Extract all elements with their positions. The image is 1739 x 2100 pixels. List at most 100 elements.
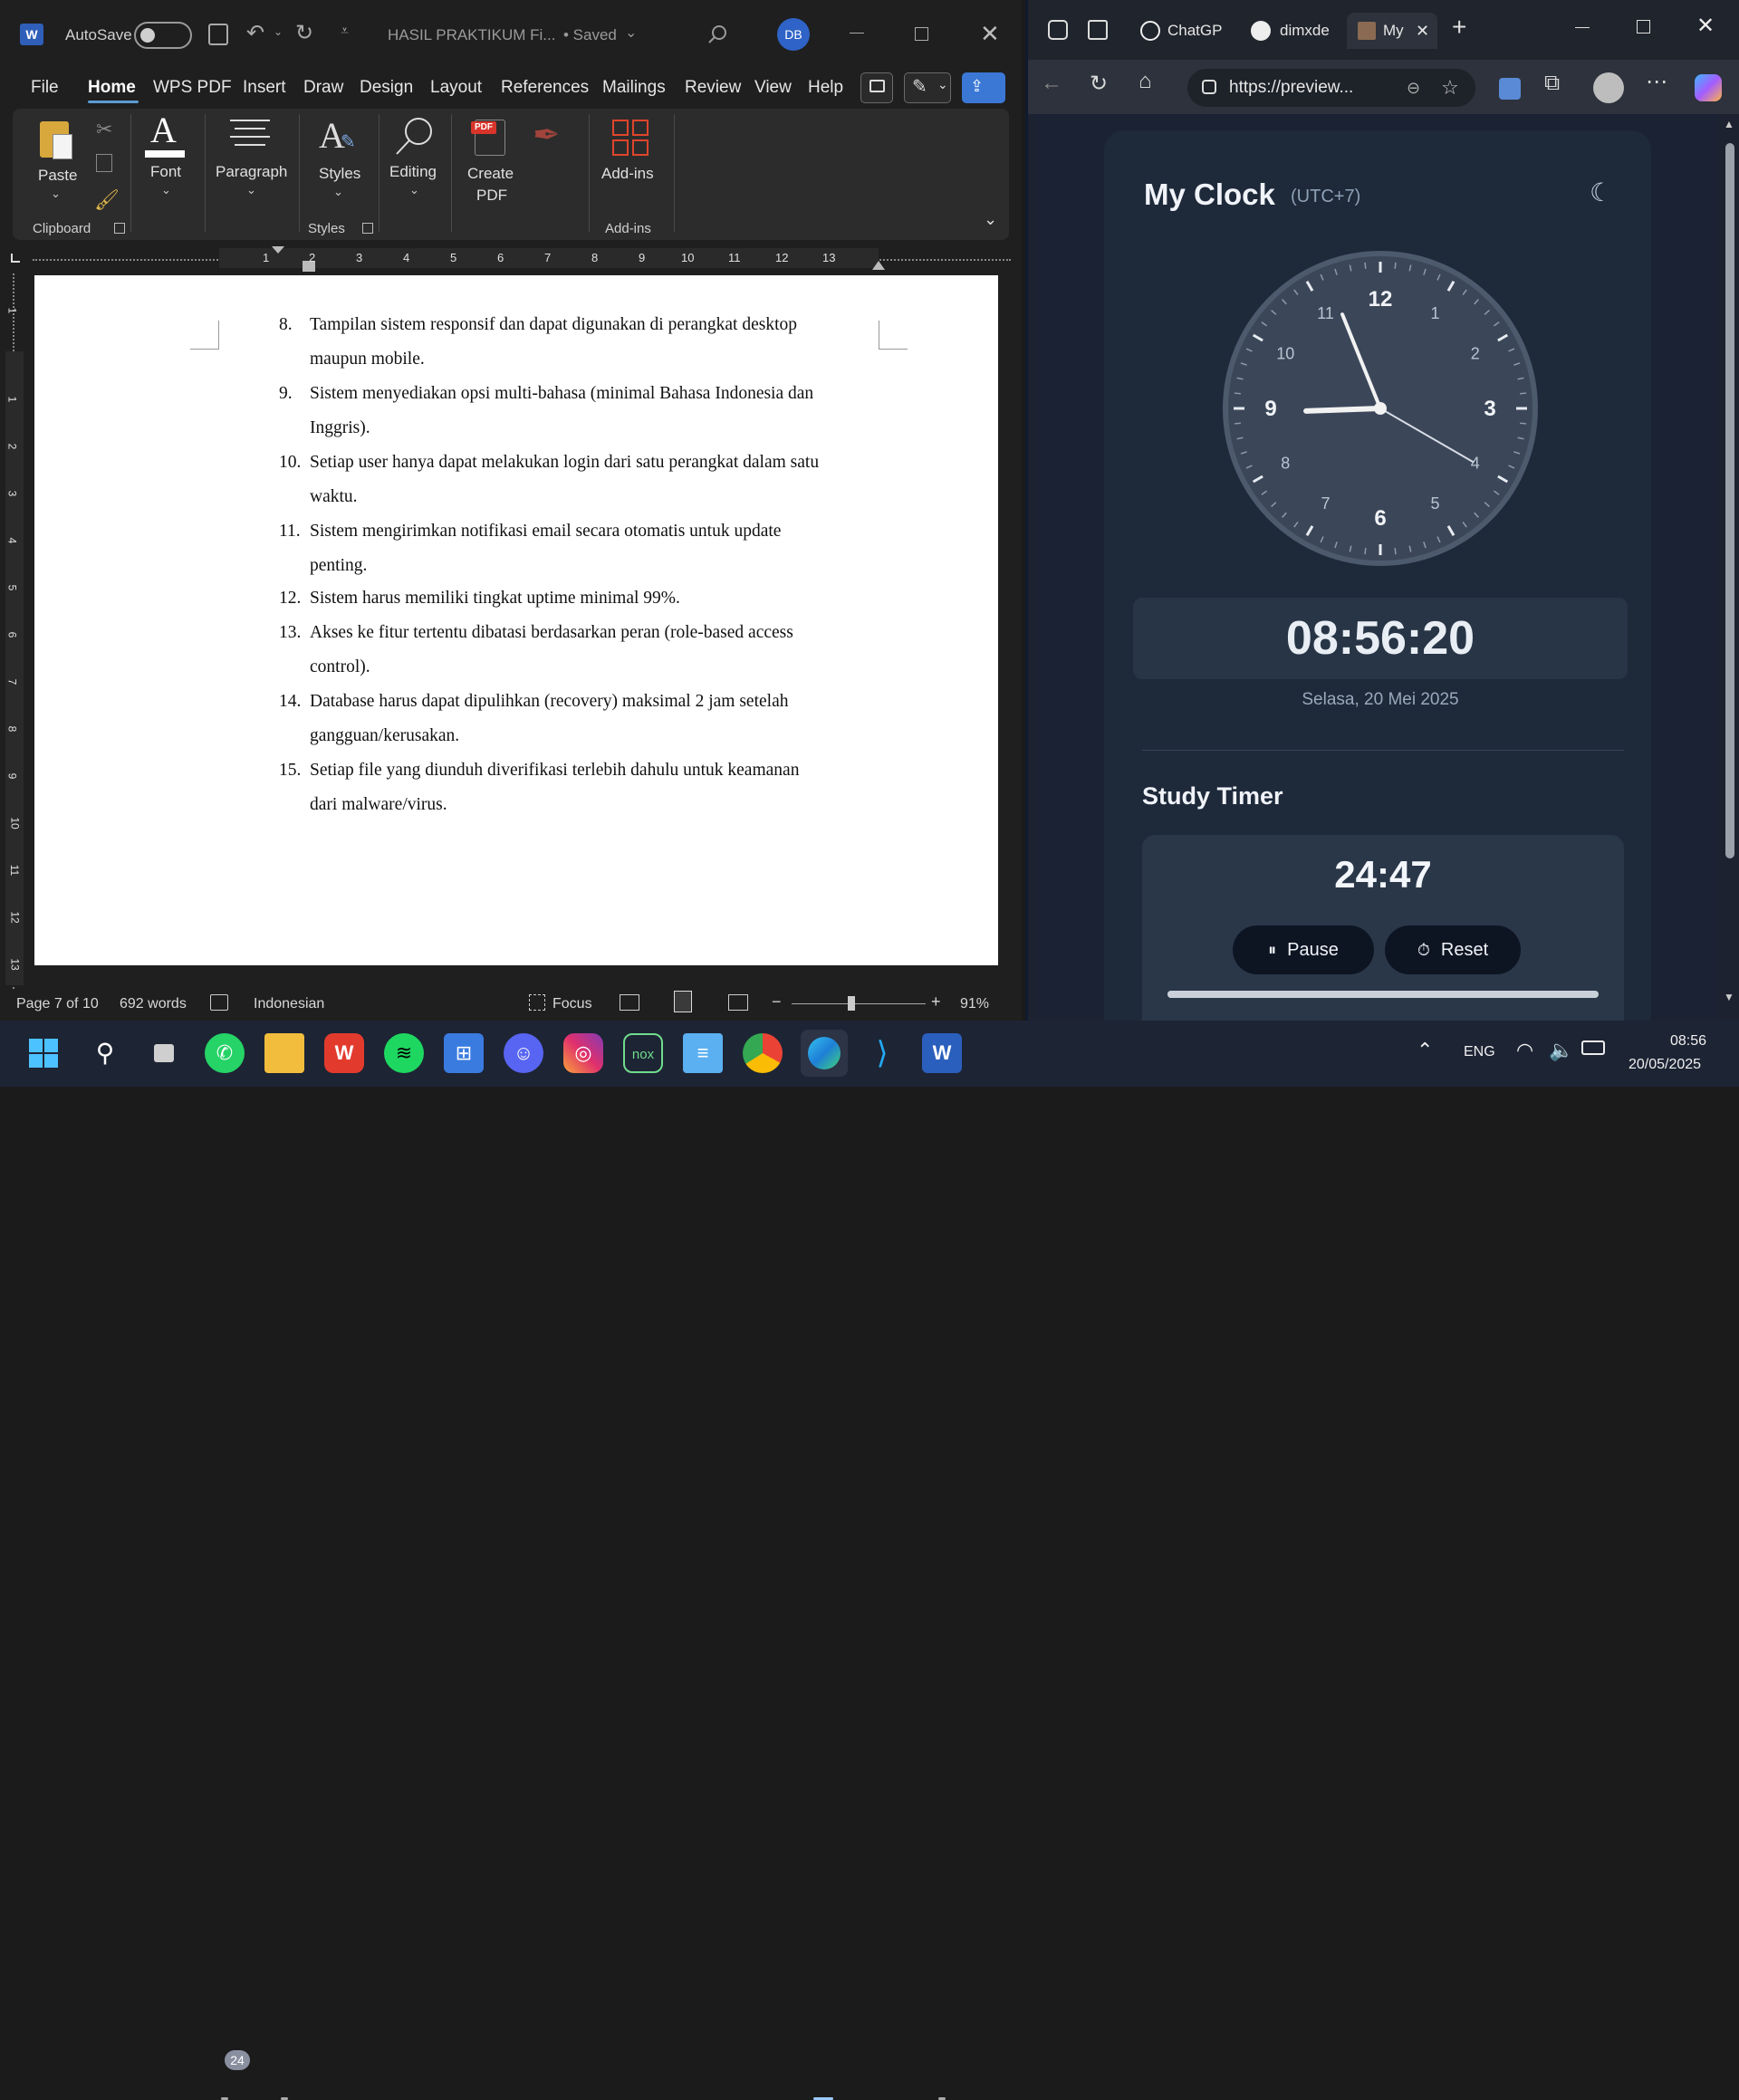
dark-mode-moon-icon[interactable]: ☾: [1590, 177, 1612, 207]
tab-github[interactable]: dimxde: [1251, 13, 1330, 49]
create-pdf-label-2[interactable]: PDF: [476, 187, 507, 205]
document-title[interactable]: HASIL PRAKTIKUM Fi...: [388, 26, 555, 44]
collapse-ribbon-icon[interactable]: ⌄: [984, 210, 997, 229]
first-line-indent-marker[interactable]: [272, 246, 284, 254]
more-menu-icon[interactable]: ⋯: [1646, 69, 1667, 95]
menu-layout[interactable]: Layout: [430, 78, 482, 98]
focus-icon[interactable]: [529, 994, 545, 1011]
customize-toolbar-icon[interactable]: ⩡: [341, 24, 349, 40]
addins-icon[interactable]: [612, 120, 649, 156]
create-pdf-label-1[interactable]: Create: [467, 165, 514, 183]
styles-launcher-icon[interactable]: [362, 223, 373, 234]
volume-icon[interactable]: 🔈: [1549, 1039, 1573, 1062]
instagram-icon[interactable]: ◎: [563, 1033, 603, 1073]
redo-icon[interactable]: ↻: [295, 20, 313, 46]
undo-dropdown-icon[interactable]: ⌄: [274, 25, 283, 38]
document-page[interactable]: 8. Tampilan sistem responsif dan dapat di…: [34, 275, 998, 965]
font-dropdown-icon[interactable]: ⌄: [161, 183, 171, 197]
share-button[interactable]: ⇪: [962, 72, 1005, 103]
pause-button[interactable]: ⏸ Pause: [1233, 925, 1374, 974]
home-icon[interactable]: ⌂: [1139, 69, 1152, 94]
menu-view[interactable]: View: [754, 78, 792, 98]
tab-chatgpt[interactable]: ChatGP: [1140, 13, 1222, 49]
show-hidden-icons[interactable]: ⌃: [1417, 1039, 1433, 1062]
editing-mode-button[interactable]: ✎ ⌄: [904, 72, 951, 103]
profile-avatar[interactable]: [1593, 72, 1624, 103]
wifi-icon[interactable]: ◠: [1516, 1039, 1533, 1062]
search-icon[interactable]: [706, 24, 728, 45]
comments-button[interactable]: [860, 72, 893, 103]
paragraph-dropdown-icon[interactable]: ⌄: [246, 183, 256, 197]
notepad-icon[interactable]: ≡: [683, 1033, 723, 1073]
menu-help[interactable]: Help: [808, 78, 843, 98]
chrome-icon[interactable]: [743, 1033, 783, 1073]
zoom-icon[interactable]: ⊖: [1407, 69, 1420, 107]
menu-home[interactable]: Home: [88, 78, 136, 98]
page-scrollbar[interactable]: ▲ ▼: [1718, 114, 1739, 1017]
word-count[interactable]: 692 words: [120, 996, 187, 1012]
language-indicator[interactable]: Indonesian: [254, 996, 324, 1012]
styles-dropdown-icon[interactable]: ⌄: [333, 185, 343, 199]
styles-label[interactable]: Styles: [319, 165, 360, 183]
web-layout-icon[interactable]: [728, 994, 748, 1011]
editing-dropdown-icon[interactable]: ⌄: [409, 183, 419, 197]
close-tab-icon[interactable]: ✕: [1416, 13, 1429, 49]
input-language[interactable]: ENG: [1464, 1044, 1495, 1060]
vscode-icon[interactable]: ⟩: [862, 1033, 902, 1073]
reset-button[interactable]: ⏱ Reset: [1385, 925, 1521, 974]
menu-draw[interactable]: Draw: [303, 78, 343, 98]
paragraph-label[interactable]: Paragraph: [216, 163, 287, 181]
start-windows-icon[interactable]: [24, 1033, 63, 1073]
zoom-slider-thumb[interactable]: [848, 996, 855, 1011]
nox-player-icon[interactable]: nox: [623, 1033, 663, 1073]
scrollbar-thumb[interactable]: [1725, 143, 1734, 858]
zoom-slider[interactable]: [792, 1003, 926, 1004]
save-icon[interactable]: [208, 24, 228, 45]
extensions-icon[interactable]: ⧉: [1544, 71, 1560, 96]
wps-office-icon[interactable]: W: [324, 1033, 364, 1073]
workspaces-icon[interactable]: [1048, 20, 1068, 40]
clipboard-launcher-icon[interactable]: [114, 223, 125, 234]
scroll-up-icon[interactable]: ▲: [1724, 118, 1734, 130]
print-layout-icon[interactable]: [674, 991, 692, 1012]
cut-icon[interactable]: ✂: [96, 118, 112, 141]
paste-label[interactable]: Paste: [38, 167, 77, 185]
spotify-icon[interactable]: ≋: [384, 1033, 424, 1073]
scroll-down-icon[interactable]: ▼: [1724, 991, 1734, 1003]
menu-insert[interactable]: Insert: [243, 78, 286, 98]
right-indent-marker[interactable]: [872, 261, 885, 270]
saved-dropdown-icon[interactable]: ⌄: [625, 24, 637, 42]
editing-label[interactable]: Editing: [389, 163, 437, 181]
clock-date[interactable]: 20/05/2025: [1629, 1057, 1701, 1073]
menu-mailings[interactable]: Mailings: [602, 78, 666, 98]
maximize-icon[interactable]: [1637, 20, 1650, 34]
file-explorer-icon[interactable]: [264, 1033, 304, 1073]
zoom-level[interactable]: 91%: [960, 996, 989, 1012]
page-indicator[interactable]: Page 7 of 10: [16, 996, 99, 1012]
tab-selector-icon[interactable]: [11, 254, 20, 263]
battery-icon[interactable]: [1581, 1040, 1605, 1055]
undo-icon[interactable]: ↶: [246, 20, 264, 46]
word-icon[interactable]: W: [922, 1033, 962, 1073]
menu-wps-pdf[interactable]: WPS PDF: [153, 78, 232, 98]
format-painter-icon[interactable]: 🖌: [94, 188, 120, 212]
saved-status[interactable]: • Saved: [563, 26, 617, 44]
zoom-out-button[interactable]: −: [772, 992, 782, 1012]
refresh-icon[interactable]: ↻: [1090, 71, 1108, 97]
whatsapp-icon[interactable]: ✆: [205, 1033, 245, 1073]
clock-time[interactable]: 08:56: [1670, 1033, 1706, 1050]
avatar[interactable]: DB: [777, 18, 810, 51]
sign-pdf-icon[interactable]: ✒: [533, 116, 560, 154]
copy-icon[interactable]: [96, 154, 112, 172]
task-view-icon[interactable]: [145, 1033, 185, 1073]
discord-icon[interactable]: ☺: [504, 1033, 543, 1073]
focus-button[interactable]: Focus: [552, 996, 592, 1012]
menu-file[interactable]: File: [31, 78, 59, 98]
copilot-icon[interactable]: [1695, 74, 1722, 101]
new-tab-icon[interactable]: +: [1452, 13, 1466, 42]
font-icon[interactable]: A: [150, 109, 177, 151]
maximize-icon[interactable]: [915, 27, 928, 41]
search-icon[interactable]: ⚲: [85, 1033, 125, 1073]
tab-actions-icon[interactable]: [1088, 20, 1108, 40]
favorite-star-icon[interactable]: ☆: [1441, 69, 1459, 107]
